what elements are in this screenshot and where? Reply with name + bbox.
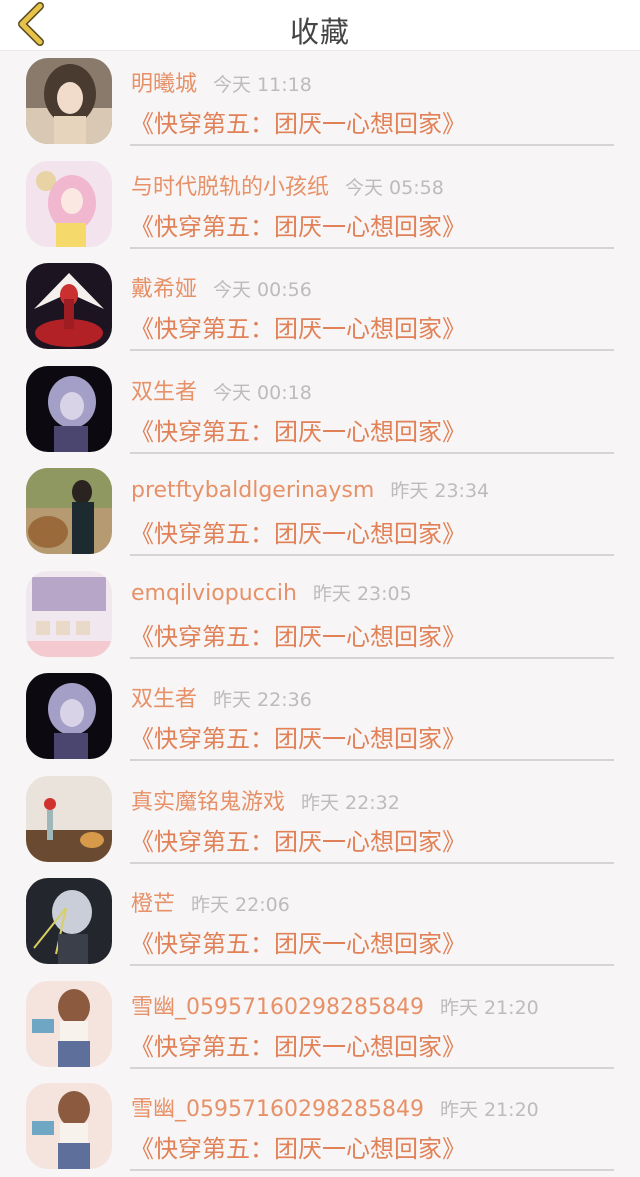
favorites-list: 明曦城 今天 11:18 《快穿第五：团厌一心想回家》 与时代脱轨的小孩纸 今天 0… — [0, 51, 640, 1177]
avatar[interactable] — [26, 365, 112, 452]
list-item[interactable]: 雪幽_05957160298285849 昨天 21:20 《快穿第五：团厌一心想… — [0, 1076, 640, 1177]
list-item[interactable]: 雪幽_05957160298285849 昨天 21:20 《快穿第五：团厌一心想… — [0, 974, 640, 1077]
avatar[interactable] — [26, 878, 112, 964]
item-info: 真实魔铭鬼游戏 昨天 22:32 《快穿第五：团厌一心想回家》 — [130, 769, 614, 864]
timestamp: 昨天 22:32 — [301, 791, 400, 814]
item-info: 明曦城 今天 11:18 《快穿第五：团厌一心想回家》 — [130, 51, 614, 146]
item-info: 与时代脱轨的小孩纸 今天 05:58 《快穿第五：团厌一心想回家》 — [130, 154, 614, 249]
book-title[interactable]: 《快穿第五：团厌一心想回家》 — [130, 719, 466, 754]
list-item[interactable]: pretftybaldlgerinaysm 昨天 23:34 《快穿第五：团厌一心… — [0, 461, 640, 564]
list-item[interactable]: 双生者 今天 00:18 《快穿第五：团厌一心想回家》 — [0, 359, 640, 462]
user-name[interactable]: 与时代脱轨的小孩纸 — [131, 175, 329, 200]
timestamp: 昨天 23:05 — [312, 582, 412, 605]
list-item[interactable]: 真实魔铭鬼游戏 昨天 22:32 《快穿第五：团厌一心想回家》 — [0, 769, 640, 872]
user-name[interactable]: 橙芒 — [131, 892, 175, 917]
user-name[interactable]: 明曦城 — [131, 72, 197, 97]
avatar[interactable] — [26, 468, 112, 554]
user-name[interactable]: 雪幽_05957160298285849 — [131, 1097, 424, 1122]
list-item[interactable]: 戴希娅 今天 00:56 《快穿第五：团厌一心想回家》 — [0, 256, 640, 359]
item-info: 双生者 昨天 22:36 《快穿第五：团厌一心想回家》 — [130, 666, 614, 761]
list-item[interactable]: 与时代脱轨的小孩纸 今天 05:58 《快穿第五：团厌一心想回家》 — [0, 154, 640, 257]
item-info: 雪幽_05957160298285849 昨天 21:20 《快穿第五：团厌一心想… — [130, 1076, 614, 1171]
avatar[interactable] — [26, 58, 112, 144]
page-title: 收藏 — [289, 15, 350, 49]
book-title[interactable]: 《快穿第五：团厌一心想回家》 — [130, 1027, 466, 1062]
user-name[interactable]: 双生者 — [131, 687, 197, 712]
book-title[interactable]: 《快穿第五：团厌一心想回家》 — [130, 104, 466, 139]
avatar[interactable] — [26, 1083, 112, 1169]
book-title[interactable]: 《快穿第五：团厌一心想回家》 — [130, 617, 466, 652]
avatar[interactable] — [26, 673, 112, 759]
item-info: 戴希娅 今天 00:56 《快穿第五：团厌一心想回家》 — [130, 256, 614, 351]
avatar[interactable] — [26, 980, 112, 1067]
list-item[interactable]: 明曦城 今天 11:18 《快穿第五：团厌一心想回家》 — [0, 51, 640, 154]
avatar[interactable] — [26, 775, 112, 862]
list-item[interactable]: 橙芒 昨天 22:06 《快穿第五：团厌一心想回家》 — [0, 871, 640, 974]
timestamp: 昨天 21:20 — [439, 996, 539, 1019]
user-name[interactable]: pretftybaldlgerinaysm — [131, 478, 374, 503]
list-item[interactable]: 双生者 昨天 22:36 《快穿第五：团厌一心想回家》 — [0, 666, 640, 769]
item-info: pretftybaldlgerinaysm 昨天 23:34 《快穿第五：团厌一心… — [130, 461, 614, 556]
item-info: 橙芒 昨天 22:06 《快穿第五：团厌一心想回家》 — [130, 871, 614, 966]
user-name[interactable]: 真实魔铭鬼游戏 — [131, 790, 285, 815]
timestamp: 昨天 21:20 — [439, 1099, 539, 1121]
book-title[interactable]: 《快穿第五：团厌一心想回家》 — [130, 309, 466, 344]
book-title[interactable]: 《快穿第五：团厌一心想回家》 — [130, 207, 466, 242]
timestamp: 昨天 22:36 — [213, 689, 312, 711]
book-title[interactable]: 《快穿第五：团厌一心想回家》 — [130, 822, 466, 857]
avatar[interactable] — [26, 570, 112, 657]
list-item[interactable]: emqilviopuccih 昨天 23:05 《快穿第五：团厌一心想回家》 — [0, 564, 640, 667]
user-name[interactable]: 雪幽_05957160298285849 — [131, 995, 424, 1020]
timestamp: 昨天 23:34 — [390, 480, 490, 502]
timestamp: 今天 11:18 — [213, 74, 312, 96]
timestamp: 昨天 22:06 — [191, 894, 290, 916]
user-name[interactable]: emqilviopuccih — [131, 581, 297, 606]
item-info: emqilviopuccih 昨天 23:05 《快穿第五：团厌一心想回家》 — [130, 564, 614, 659]
timestamp: 今天 05:58 — [345, 176, 444, 199]
user-name[interactable]: 戴希娅 — [131, 277, 197, 302]
book-title[interactable]: 《快穿第五：团厌一心想回家》 — [130, 412, 466, 447]
timestamp: 今天 00:18 — [213, 381, 312, 404]
user-name[interactable]: 双生者 — [131, 380, 197, 405]
item-info: 双生者 今天 00:18 《快穿第五：团厌一心想回家》 — [130, 359, 614, 454]
top-bar: 收藏 — [0, 0, 640, 51]
book-title[interactable]: 《快穿第五：团厌一心想回家》 — [130, 1129, 466, 1164]
item-info: 雪幽_05957160298285849 昨天 21:20 《快穿第五：团厌一心想… — [130, 974, 614, 1069]
book-title[interactable]: 《快穿第五：团厌一心想回家》 — [130, 514, 466, 549]
avatar[interactable] — [26, 263, 112, 349]
timestamp: 今天 00:56 — [213, 279, 312, 301]
avatar[interactable] — [26, 160, 112, 247]
book-title[interactable]: 《快穿第五：团厌一心想回家》 — [130, 924, 466, 959]
